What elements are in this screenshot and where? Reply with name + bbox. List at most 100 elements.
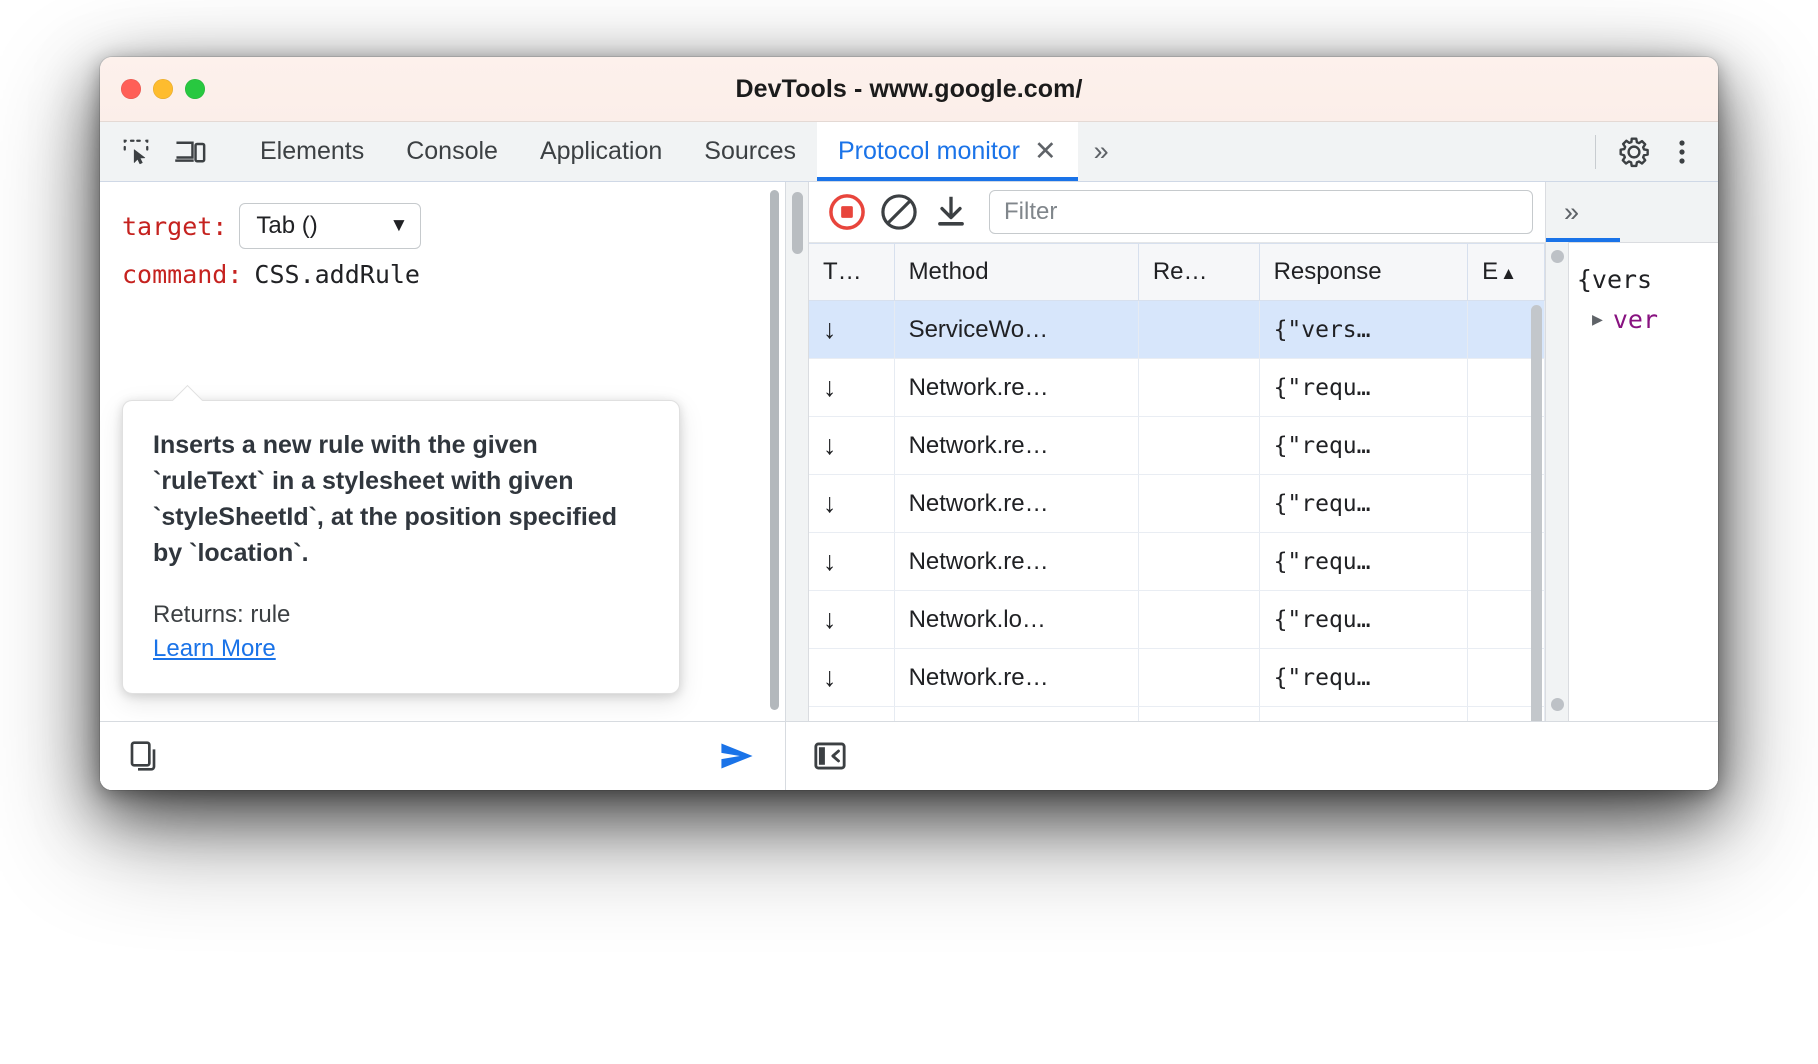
filter-input[interactable] [989,190,1533,234]
main-menu-button[interactable] [1660,131,1704,173]
protocol-messages-table: T… Method Re… Response E ▲ ↓ ServiceWo… … [809,243,1545,721]
learn-more-link[interactable]: Learn More [153,635,276,663]
detail-sidebar-rail [1546,242,1569,721]
message-detail-sidebar: » ▼ {vers ▶ [1546,182,1718,721]
inspect-element-icon [123,139,149,164]
cell-response: {"requ… [1259,590,1469,649]
cell-method: ServiceWo… [894,300,1139,359]
table-row[interactable]: ↓ Network.re… {"requ… [809,358,1545,417]
json-tree-row[interactable]: ▶ ver [1556,299,1718,339]
cell-request [1138,358,1260,417]
save-button[interactable] [927,188,975,236]
devtools-tabbar: Elements Console Application Sources Pro… [100,122,1718,182]
tab-console[interactable]: Console [385,122,519,181]
send-icon [721,743,753,769]
window-title: DevTools - www.google.com/ [735,74,1083,103]
protocol-monitor-pane: T… Method Re… Response E▲ ↓ [786,182,1718,790]
tab-sources[interactable]: Sources [683,122,817,181]
command-editor-content: target: Tab () ▼ command: CSS.addRule In [100,182,785,721]
cell-method: Network.re… [894,706,1139,721]
protocol-messages-table-wrapper: T… Method Re… Response E ▲ ↓ ServiceWo… … [809,243,1545,721]
detail-sidebar-tabbar: » [1546,182,1718,243]
command-value[interactable]: CSS.addRule [254,260,420,289]
detail-scroll-thumb-top[interactable] [1551,250,1564,263]
send-command-button[interactable] [715,735,759,777]
settings-button[interactable] [1612,131,1656,173]
protocol-monitor-toolbar [809,182,1545,243]
close-icon[interactable]: ✕ [1034,138,1057,165]
json-tree-node-key: ver [1612,304,1658,334]
cell-method: Network.lo… [894,590,1139,649]
editor-scrollbar[interactable] [770,190,779,710]
column-header-method[interactable]: Method [894,243,1139,301]
table-row[interactable]: ↓ Network.re… {"requ… [809,474,1545,533]
cell-direction: ↓ [809,358,895,417]
cell-direction: ↓ [809,590,895,649]
tab-application-label: Application [539,137,663,165]
protocol-monitor-footer [786,721,1718,790]
collapse-sidebar-icon [814,742,846,770]
target-row: target: Tab () ▼ [100,202,785,250]
cell-request [1138,474,1260,533]
column-header-elapsed-label: E [1482,258,1499,285]
close-window-button[interactable] [121,79,141,99]
table-row[interactable]: ↓ Network.re… {"requ… [809,648,1545,707]
copy-command-button[interactable] [122,735,166,777]
cell-method: Network.re… [894,416,1139,475]
cell-response: {"vers… [1259,300,1469,359]
more-vertical-icon [1679,139,1685,164]
detail-more-tabs-icon[interactable]: » [1546,197,1597,228]
tabbar-right-icons [1595,122,1718,181]
more-tabs-icon[interactable]: » [1078,122,1125,181]
protocol-monitor-top: T… Method Re… Response E▲ ↓ [786,182,1718,721]
table-body: ↓ ServiceWo… {"vers… ↓ Network.re… {"req… [809,300,1545,721]
clear-button[interactable] [875,188,923,236]
table-row[interactable]: ↓ Network.re… {"requ… [809,416,1545,475]
table-row[interactable]: ↓ Network.re… {"requ… [809,706,1545,721]
cell-response: {"requ… [1259,474,1469,533]
triangle-right-icon[interactable]: ▶ [1592,309,1603,330]
column-header-response[interactable]: Response [1259,243,1469,301]
cell-response: {"requ… [1259,648,1469,707]
tooltip-arrow [171,384,203,401]
cell-direction: ↓ [809,706,895,721]
pane-resizer-gutter[interactable] [786,182,809,721]
table-row[interactable]: ↓ Network.re… {"requ… [809,532,1545,591]
cell-direction: ↓ [809,474,895,533]
pane-resizer-handle[interactable] [792,192,803,254]
json-tree-row[interactable]: ▼ {vers [1556,259,1718,299]
table-row[interactable]: ↓ Network.lo… {"requ… [809,590,1545,649]
target-select[interactable]: Tab () ▼ [239,203,422,249]
cell-direction: ↓ [809,300,895,359]
column-header-elapsed[interactable]: E ▲ [1467,243,1545,301]
record-button[interactable] [823,188,871,236]
screenshot-root: DevTools - www.google.com/ Elements Cons… [0,0,1818,1064]
tab-elements[interactable]: Elements [239,122,385,181]
device-toolbar-button[interactable] [168,131,212,173]
cell-request [1138,300,1260,359]
inspect-element-button[interactable] [114,131,158,173]
cell-response: {"requ… [1259,358,1469,417]
tabbar-left-icons [100,122,239,181]
maximize-window-button[interactable] [185,79,205,99]
minimize-window-button[interactable] [153,79,173,99]
command-editor-pane: target: Tab () ▼ command: CSS.addRule In [100,182,786,790]
tab-protocol-monitor[interactable]: Protocol monitor ✕ [816,122,1078,181]
cell-method: Network.re… [894,474,1139,533]
detail-scroll-thumb-bottom[interactable] [1551,698,1564,711]
save-download-icon [938,196,964,226]
table-vertical-scrollbar[interactable] [1531,305,1542,721]
cell-request [1138,416,1260,475]
column-header-request[interactable]: Re… [1138,243,1260,301]
column-header-type[interactable]: T… [809,243,895,301]
table-row[interactable]: ↓ ServiceWo… {"vers… [809,300,1545,359]
cell-request [1138,648,1260,707]
param-row-endline: endLine : 0 [100,712,485,721]
cell-method: Network.re… [894,358,1139,417]
command-help-tooltip: Inserts a new rule with the given `ruleT… [122,400,680,694]
cell-request [1138,590,1260,649]
cell-direction: ↓ [809,416,895,475]
collapse-sidebar-button[interactable] [808,735,852,777]
tab-application[interactable]: Application [519,122,683,181]
devtools-window: DevTools - www.google.com/ Elements Cons… [100,57,1718,790]
